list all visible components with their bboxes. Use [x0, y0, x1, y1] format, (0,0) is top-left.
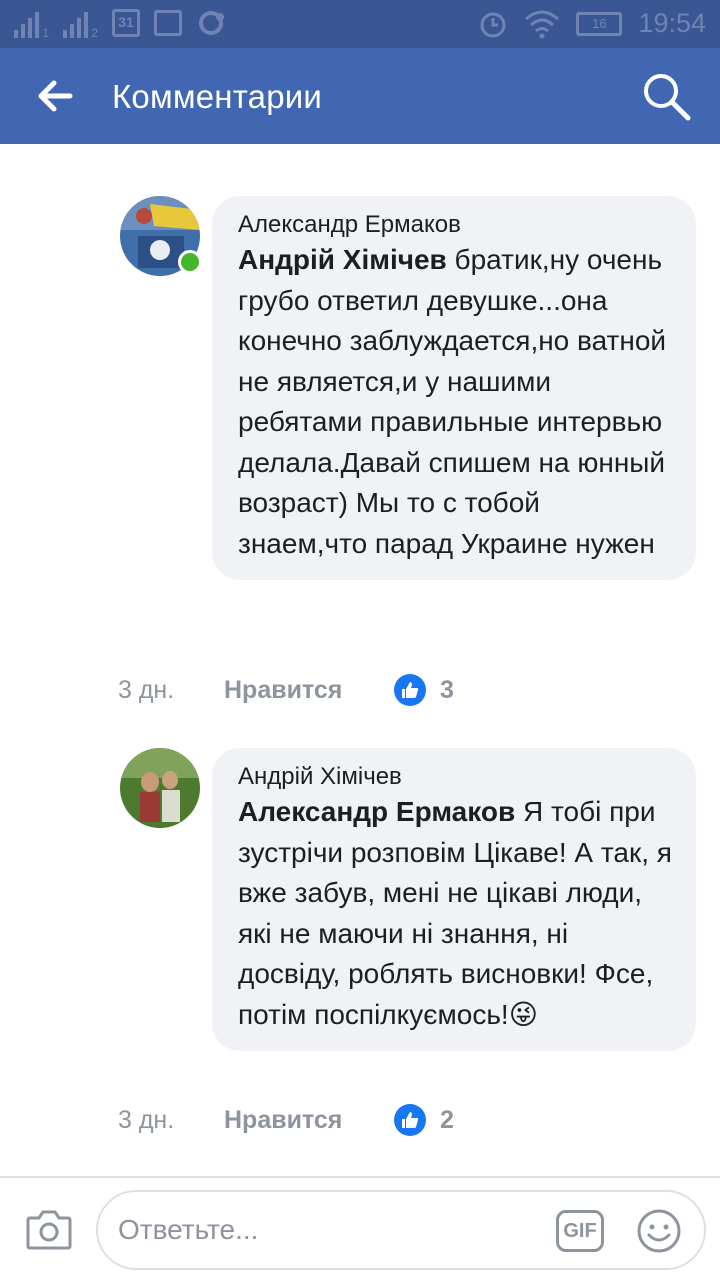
camera-icon[interactable]	[26, 1208, 72, 1250]
reply-bar: GIF	[0, 1176, 720, 1280]
like-button[interactable]: Нравится	[224, 1106, 394, 1135]
comment-author[interactable]: Александр Ермаков	[238, 210, 672, 240]
search-icon[interactable]	[640, 70, 692, 122]
previous-comment-meta-cutoff	[0, 144, 720, 156]
comment-time[interactable]: 3 дн.	[118, 676, 224, 705]
reply-input[interactable]	[118, 1210, 538, 1250]
status-bar: 1 2 31 16 19:54	[0, 0, 720, 48]
like-count[interactable]: 2	[440, 1106, 454, 1135]
comment-mention[interactable]: Александр Ермаков	[238, 796, 515, 827]
sim2-label: 2	[91, 26, 98, 40]
avatar[interactable]	[120, 748, 200, 828]
page-title: Комментарии	[112, 78, 323, 115]
comment-bubble[interactable]: Александр Ермаков Андрій Хімічев братик,…	[212, 196, 696, 580]
comment-actions: 3 дн. Нравится 2	[118, 1104, 454, 1136]
sync-icon	[199, 11, 224, 35]
back-arrow-icon[interactable]	[30, 72, 78, 120]
reply-input-container[interactable]: GIF	[96, 1190, 706, 1270]
online-indicator	[178, 250, 202, 274]
like-reaction-icon[interactable]	[394, 674, 426, 706]
status-bar-left: 1 2 31	[14, 8, 226, 40]
battery-icon: 16	[576, 11, 623, 36]
alarm-icon	[480, 12, 506, 37]
wifi-icon	[525, 10, 560, 38]
signal-sim2-icon: 2	[63, 8, 98, 40]
gallery-icon	[154, 10, 182, 36]
comment-body: братик,ну очень грубо ответил девушке...…	[238, 244, 667, 559]
gif-button[interactable]: GIF	[556, 1210, 604, 1252]
app-bar: Комментарии	[0, 48, 720, 144]
emoji-icon[interactable]	[636, 1208, 682, 1254]
sim1-label: 1	[42, 26, 49, 40]
like-count[interactable]: 3	[440, 676, 454, 705]
comment-actions: 3 дн. Нравится 3	[118, 674, 454, 706]
comment-text: Андрій Хімічев братик,ну очень грубо отв…	[238, 240, 672, 564]
comment-mention[interactable]: Андрій Хімічев	[238, 244, 447, 275]
like-reaction-icon[interactable]	[394, 1104, 426, 1136]
comment-author[interactable]: Андрій Хімічев	[238, 762, 672, 792]
calendar-icon: 31	[112, 9, 140, 37]
signal-sim1-icon: 1	[14, 8, 49, 40]
like-button[interactable]: Нравится	[224, 676, 394, 705]
comment-text: Александр Ермаков Я тобі при зустрічи ро…	[238, 792, 672, 1035]
comment-body: Я тобі при зустрічи розповім Цікаве! А т…	[238, 796, 672, 1030]
comment-bubble[interactable]: Андрій Хімічев Александр Ермаков Я тобі …	[212, 748, 696, 1051]
status-time: 19:54	[638, 8, 706, 38]
status-bar-right: 16 19:54	[478, 8, 706, 39]
comment-time[interactable]: 3 дн.	[118, 1106, 224, 1135]
